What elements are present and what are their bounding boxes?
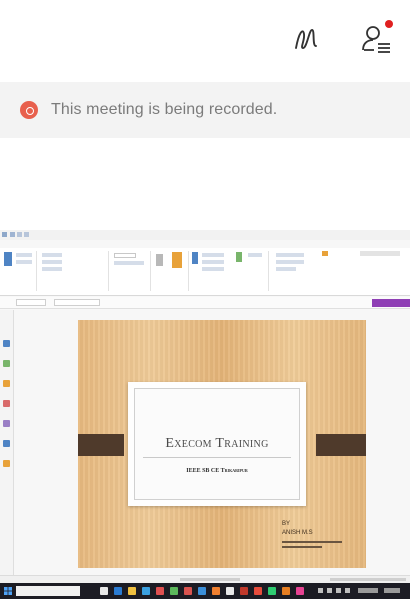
title-card: Execom Training IEEE SB CE Trikaripur bbox=[128, 382, 306, 506]
squiggle-pen-icon[interactable] bbox=[290, 18, 324, 58]
save-icon bbox=[10, 232, 15, 237]
participants-icon[interactable] bbox=[360, 18, 394, 58]
slide-title: Execom Training bbox=[165, 436, 269, 451]
pen-icon bbox=[236, 252, 242, 262]
font-style-box bbox=[16, 299, 46, 306]
status-bar bbox=[0, 575, 410, 583]
title-divider bbox=[143, 457, 291, 458]
slide-subtitle: IEEE SB CE Trikaripur bbox=[186, 468, 248, 474]
system-tray bbox=[318, 588, 406, 594]
recording-dot-icon bbox=[20, 101, 38, 119]
ribbon-tabs bbox=[0, 240, 410, 248]
ribbon bbox=[0, 248, 410, 296]
shared-screen: Execom Training IEEE SB CE Trikaripur BY… bbox=[0, 230, 410, 599]
slide-canvas: Execom Training IEEE SB CE Trikaripur BY… bbox=[14, 310, 410, 575]
meeting-screen: This meeting is being recorded. Execom T… bbox=[0, 0, 410, 599]
taskbar bbox=[0, 583, 410, 599]
font-name-box bbox=[54, 299, 100, 306]
presenter-name: ANISH M.S bbox=[282, 530, 313, 536]
left-toolbar bbox=[0, 310, 14, 575]
undo-icon bbox=[17, 232, 22, 237]
notification-dot bbox=[385, 20, 393, 28]
shapes-icon bbox=[172, 252, 182, 268]
recording-notice: This meeting is being recorded. bbox=[51, 101, 278, 118]
font-bar bbox=[0, 297, 410, 309]
taskbar-search bbox=[16, 586, 80, 596]
purple-tag bbox=[372, 299, 410, 307]
app-logo-icon bbox=[2, 232, 7, 237]
slide-band-right bbox=[316, 434, 366, 456]
quick-access-toolbar bbox=[0, 230, 410, 240]
paste-icon bbox=[4, 252, 12, 266]
windows-start-icon bbox=[4, 587, 12, 595]
slide-band-left bbox=[78, 434, 124, 456]
recording-banner: This meeting is being recorded. bbox=[0, 82, 410, 138]
top-bar bbox=[0, 0, 410, 70]
byline: BY ANISH M.S bbox=[282, 520, 342, 548]
redo-icon bbox=[24, 232, 29, 237]
byline-label: BY bbox=[282, 521, 291, 527]
slide: Execom Training IEEE SB CE Trikaripur BY… bbox=[78, 320, 366, 568]
